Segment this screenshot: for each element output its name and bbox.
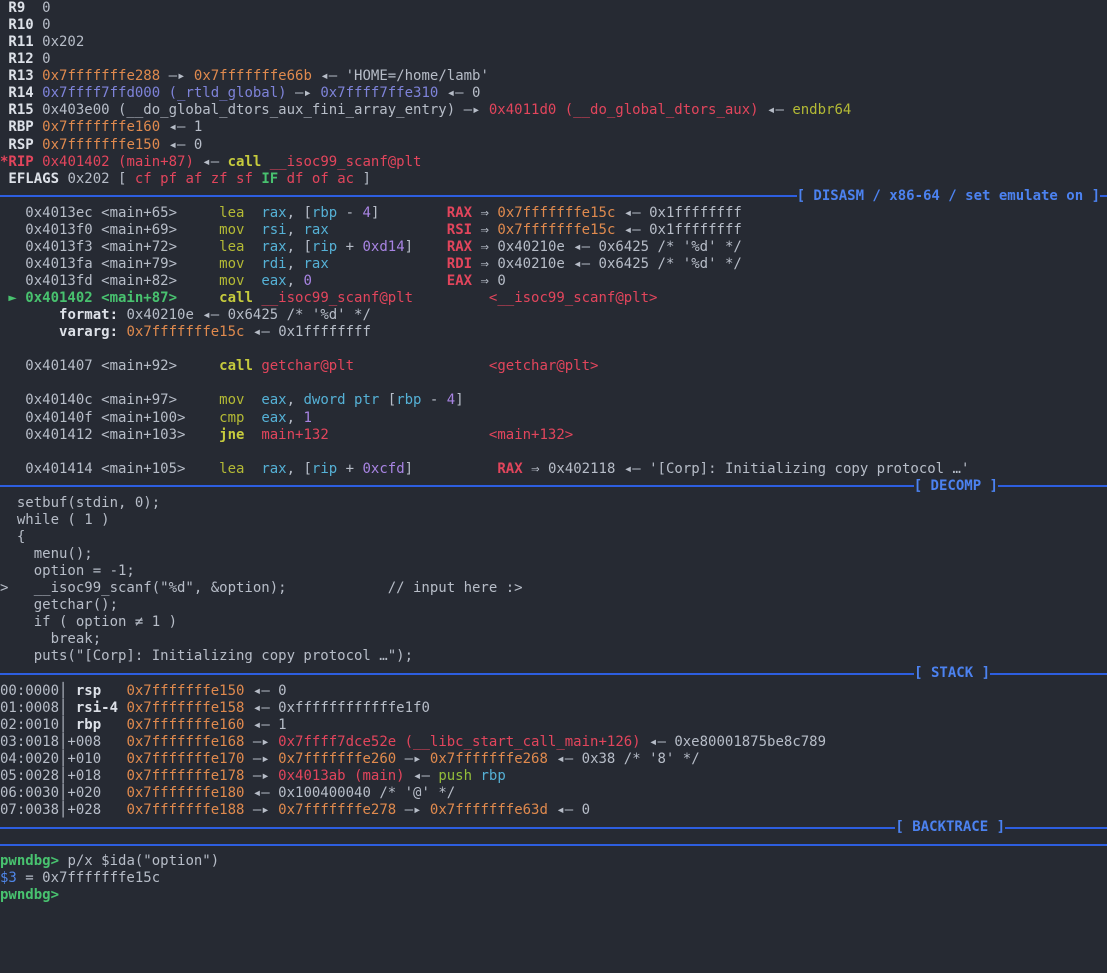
terminal-line: 04:0020│+010 0x7fffffffe170 —▸ 0x7ffffff… [0, 751, 1107, 768]
terminal-line[interactable]: pwndbg> [0, 887, 1107, 904]
terminal-line [0, 444, 1107, 461]
separator-line [0, 827, 895, 829]
terminal-line: R11 0x202 [0, 34, 1107, 51]
separator-line [1100, 195, 1107, 197]
terminal-line: *RIP 0x401402 (main+87) ◂— call __isoc99… [0, 154, 1107, 171]
terminal-line: RSP 0x7fffffffe150 ◂— 0 [0, 137, 1107, 154]
terminal-line: 0x401414 <main+105> lea rax, [rip + 0xcf… [0, 461, 1107, 478]
terminal-line [0, 341, 1107, 358]
terminal-line: 07:0038│+028 0x7fffffffe188 —▸ 0x7ffffff… [0, 802, 1107, 819]
terminal-line: option = -1; [0, 563, 1107, 580]
registers-pane: R9 0 R10 0 R11 0x202 R12 0 R13 0x7ffffff… [0, 0, 1107, 188]
terminal-line: 0x4013ec <main+65> lea rax, [rbp - 4] RA… [0, 205, 1107, 222]
terminal-line: 0x401407 <main+92> call getchar@plt <get… [0, 358, 1107, 375]
separator-line [1005, 827, 1107, 829]
terminal-line: 06:0030│+020 0x7fffffffe180 ◂— 0x1004000… [0, 785, 1107, 802]
separator-line [0, 485, 914, 487]
terminal-line: format: 0x40210e ◂— 0x6425 /* '%d' */ [0, 307, 1107, 324]
separator-line [0, 195, 797, 197]
terminal-line [0, 375, 1107, 392]
terminal-line: { [0, 529, 1107, 546]
terminal-line: 00:0000│ rsp 0x7fffffffe150 ◂— 0 [0, 683, 1107, 700]
terminal-line: RBP 0x7fffffffe160 ◂— 1 [0, 119, 1107, 136]
separator-line [0, 844, 1107, 846]
terminal-line: 01:0008│ rsi-4 0x7fffffffe158 ◂— 0xfffff… [0, 700, 1107, 717]
terminal-line: vararg: 0x7fffffffe15c ◂— 0x1ffffffff [0, 324, 1107, 341]
disasm-pane: 0x4013ec <main+65> lea rax, [rbp - 4] RA… [0, 205, 1107, 478]
section-title-disasm: [ DISASM / x86-64 / set emulate on ] [797, 188, 1100, 205]
separator-line [998, 485, 1107, 487]
terminal-line: 03:0018│+008 0x7fffffffe168 —▸ 0x7ffff7d… [0, 734, 1107, 751]
backtrace-section-header: [ BACKTRACE ] [0, 819, 1107, 836]
command-prompt-area[interactable]: pwndbg> p/x $ida("option")$3 = 0x7ffffff… [0, 853, 1107, 904]
terminal-line: R12 0 [0, 51, 1107, 68]
separator-line [0, 673, 914, 675]
terminal-line: while ( 1 ) [0, 512, 1107, 529]
decomp-section-header: [ DECOMP ] [0, 478, 1107, 495]
terminal-line: 02:0010│ rbp 0x7fffffffe160 ◂— 1 [0, 717, 1107, 734]
terminal-line: 0x4013f0 <main+69> mov rsi, rax RSI ⇒ 0x… [0, 222, 1107, 239]
terminal-line: ► 0x401402 <main+87> call __isoc99_scanf… [0, 290, 1107, 307]
disasm-section-header: [ DISASM / x86-64 / set emulate on ] [0, 188, 1107, 205]
terminal-line: 05:0028│+018 0x7fffffffe178 —▸ 0x4013ab … [0, 768, 1107, 785]
terminal-line: setbuf(stdin, 0); [0, 495, 1107, 512]
section-title-backtrace: [ BACKTRACE ] [895, 819, 1005, 836]
terminal-line: break; [0, 631, 1107, 648]
section-title-decomp: [ DECOMP ] [914, 478, 998, 495]
terminal-line: 0x40140f <main+100> cmp eax, 1 [0, 410, 1107, 427]
terminal-line: if ( option ≠ 1 ) [0, 614, 1107, 631]
terminal-line: 0x4013f3 <main+72> lea rax, [rip + 0xd14… [0, 239, 1107, 256]
terminal-line: R10 0 [0, 17, 1107, 34]
terminal-line: R14 0x7ffff7ffd000 (_rtld_global) —▸ 0x7… [0, 85, 1107, 102]
terminal-line: 0x401412 <main+103> jne main+132 <main+1… [0, 427, 1107, 444]
prompt-separator [0, 836, 1107, 853]
terminal-line: R13 0x7fffffffe288 —▸ 0x7fffffffe66b ◂— … [0, 68, 1107, 85]
decomp-pane: setbuf(stdin, 0); while ( 1 ) { menu(); … [0, 495, 1107, 666]
terminal-line: EFLAGS 0x202 [ cf pf af zf sf IF df of a… [0, 171, 1107, 188]
pwndbg-terminal: R9 0 R10 0 R11 0x202 R12 0 R13 0x7ffffff… [0, 0, 1107, 904]
terminal-line: 0x40140c <main+97> mov eax, dword ptr [r… [0, 392, 1107, 409]
terminal-line[interactable]: $3 = 0x7fffffffe15c [0, 870, 1107, 887]
separator-line [990, 673, 1107, 675]
terminal-line: puts("[Corp]: Initializing copy protocol… [0, 648, 1107, 665]
terminal-line: menu(); [0, 546, 1107, 563]
terminal-line: getchar(); [0, 597, 1107, 614]
terminal-line: > __isoc99_scanf("%d", &option); // inpu… [0, 580, 1107, 597]
terminal-line[interactable]: pwndbg> p/x $ida("option") [0, 853, 1107, 870]
terminal-line: R15 0x403e00 (__do_global_dtors_aux_fini… [0, 102, 1107, 119]
terminal-line: 0x4013fa <main+79> mov rdi, rax RDI ⇒ 0x… [0, 256, 1107, 273]
terminal-line: 0x4013fd <main+82> mov eax, 0 EAX ⇒ 0 [0, 273, 1107, 290]
stack-section-header: [ STACK ] [0, 665, 1107, 682]
stack-pane: 00:0000│ rsp 0x7fffffffe150 ◂— 001:0008│… [0, 683, 1107, 820]
terminal-line: R9 0 [0, 0, 1107, 17]
section-title-stack: [ STACK ] [914, 665, 990, 682]
